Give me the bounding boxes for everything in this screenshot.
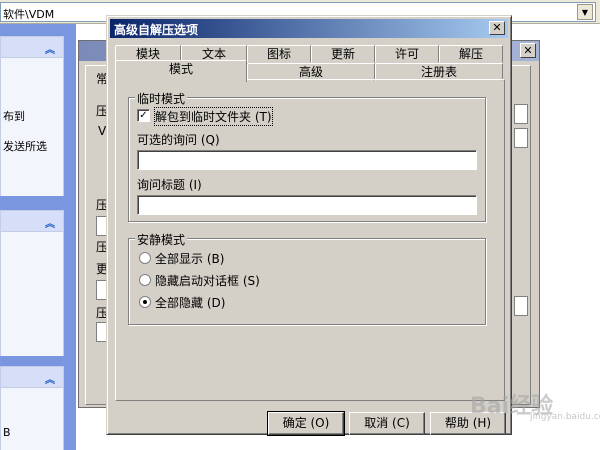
background-text: V bbox=[98, 124, 107, 138]
address-text: 软件\VDM bbox=[3, 8, 55, 21]
tab-icon[interactable]: 图标 bbox=[247, 45, 311, 63]
prompt-title-label: 询问标题 (I) bbox=[137, 178, 202, 192]
show-all-label[interactable]: 全部显示 (B) bbox=[155, 250, 224, 267]
dialog-titlebar[interactable]: 高级自解压选项 ✕ bbox=[110, 19, 508, 38]
close-icon[interactable]: ✕ bbox=[520, 43, 536, 58]
task-panel-body-3: B bbox=[0, 388, 64, 450]
task-panel-header-3[interactable]: ︽ bbox=[0, 366, 64, 388]
watermark-subtext: jingyan.baidu.com bbox=[530, 412, 600, 422]
tab-license[interactable]: 许可 bbox=[375, 45, 439, 63]
task-panel-body-1: 布到 发送所选 bbox=[0, 58, 64, 196]
background-field bbox=[514, 104, 528, 124]
task-panel-header-1[interactable]: ︽ bbox=[0, 36, 64, 58]
close-icon[interactable]: ✕ bbox=[489, 21, 505, 35]
background-field bbox=[514, 128, 528, 148]
dialog-title: 高级自解压选项 bbox=[114, 23, 199, 37]
unpack-to-temp-checkbox[interactable]: ✓ bbox=[137, 109, 150, 122]
optional-prompt-input[interactable] bbox=[137, 150, 477, 170]
temp-mode-legend: 临时模式 bbox=[135, 90, 188, 107]
address-dropdown-icon[interactable]: ▼ bbox=[577, 4, 593, 20]
optional-prompt-label: 可选的询问 (Q) bbox=[137, 133, 220, 147]
task-panel-header-2[interactable]: ︽ bbox=[0, 210, 64, 232]
task-pane: ︽ 布到 发送所选 ︽ ︽ B bbox=[0, 24, 76, 450]
collapse-chevron-icon[interactable]: ︽ bbox=[45, 41, 55, 56]
hide-start-dialog-radio[interactable] bbox=[139, 274, 151, 286]
show-all-radio[interactable] bbox=[139, 252, 151, 264]
silent-mode-group: 安静模式 全部显示 (B) 隐藏启动对话框 (S) 全部隐藏 (D) bbox=[128, 231, 486, 325]
background-field bbox=[514, 296, 528, 316]
tab-update[interactable]: 更新 bbox=[311, 45, 375, 63]
hide-start-dialog-label[interactable]: 隐藏启动对话框 (S) bbox=[155, 272, 260, 289]
prompt-title-input[interactable] bbox=[137, 195, 477, 215]
silent-mode-legend: 安静模式 bbox=[135, 231, 188, 248]
task-panel-body-2 bbox=[0, 232, 64, 356]
advanced-sfx-options-dialog: 高级自解压选项 ✕ 模块 文本 图标 更新 许可 解压 模式 高级 注册表 临时… bbox=[106, 15, 512, 436]
ok-button[interactable]: 确定 (O) bbox=[267, 411, 345, 436]
tab-extract[interactable]: 解压 bbox=[439, 45, 503, 63]
cancel-button[interactable]: 取消 (C) bbox=[349, 412, 425, 435]
collapse-chevron-icon[interactable]: ︽ bbox=[45, 215, 55, 230]
temp-mode-group: 临时模式 ✓ 解包到临时文件夹 (T) 可选的询问 (Q) 询问标题 (I) bbox=[128, 90, 486, 222]
tab-mode[interactable]: 模式 bbox=[115, 60, 247, 82]
task-link[interactable]: B bbox=[3, 426, 11, 439]
hide-all-radio[interactable] bbox=[139, 296, 151, 308]
task-link[interactable]: 布到 bbox=[3, 108, 25, 124]
hide-all-label[interactable]: 全部隐藏 (D) bbox=[155, 294, 225, 311]
collapse-chevron-icon[interactable]: ︽ bbox=[45, 371, 55, 386]
task-link[interactable]: 发送所选 bbox=[3, 138, 47, 154]
radio-selected-dot bbox=[143, 300, 147, 304]
mode-tab-panel: 临时模式 ✓ 解包到临时文件夹 (T) 可选的询问 (Q) 询问标题 (I) 安… bbox=[115, 79, 505, 401]
unpack-to-temp-label[interactable]: 解包到临时文件夹 (T) bbox=[154, 107, 273, 126]
